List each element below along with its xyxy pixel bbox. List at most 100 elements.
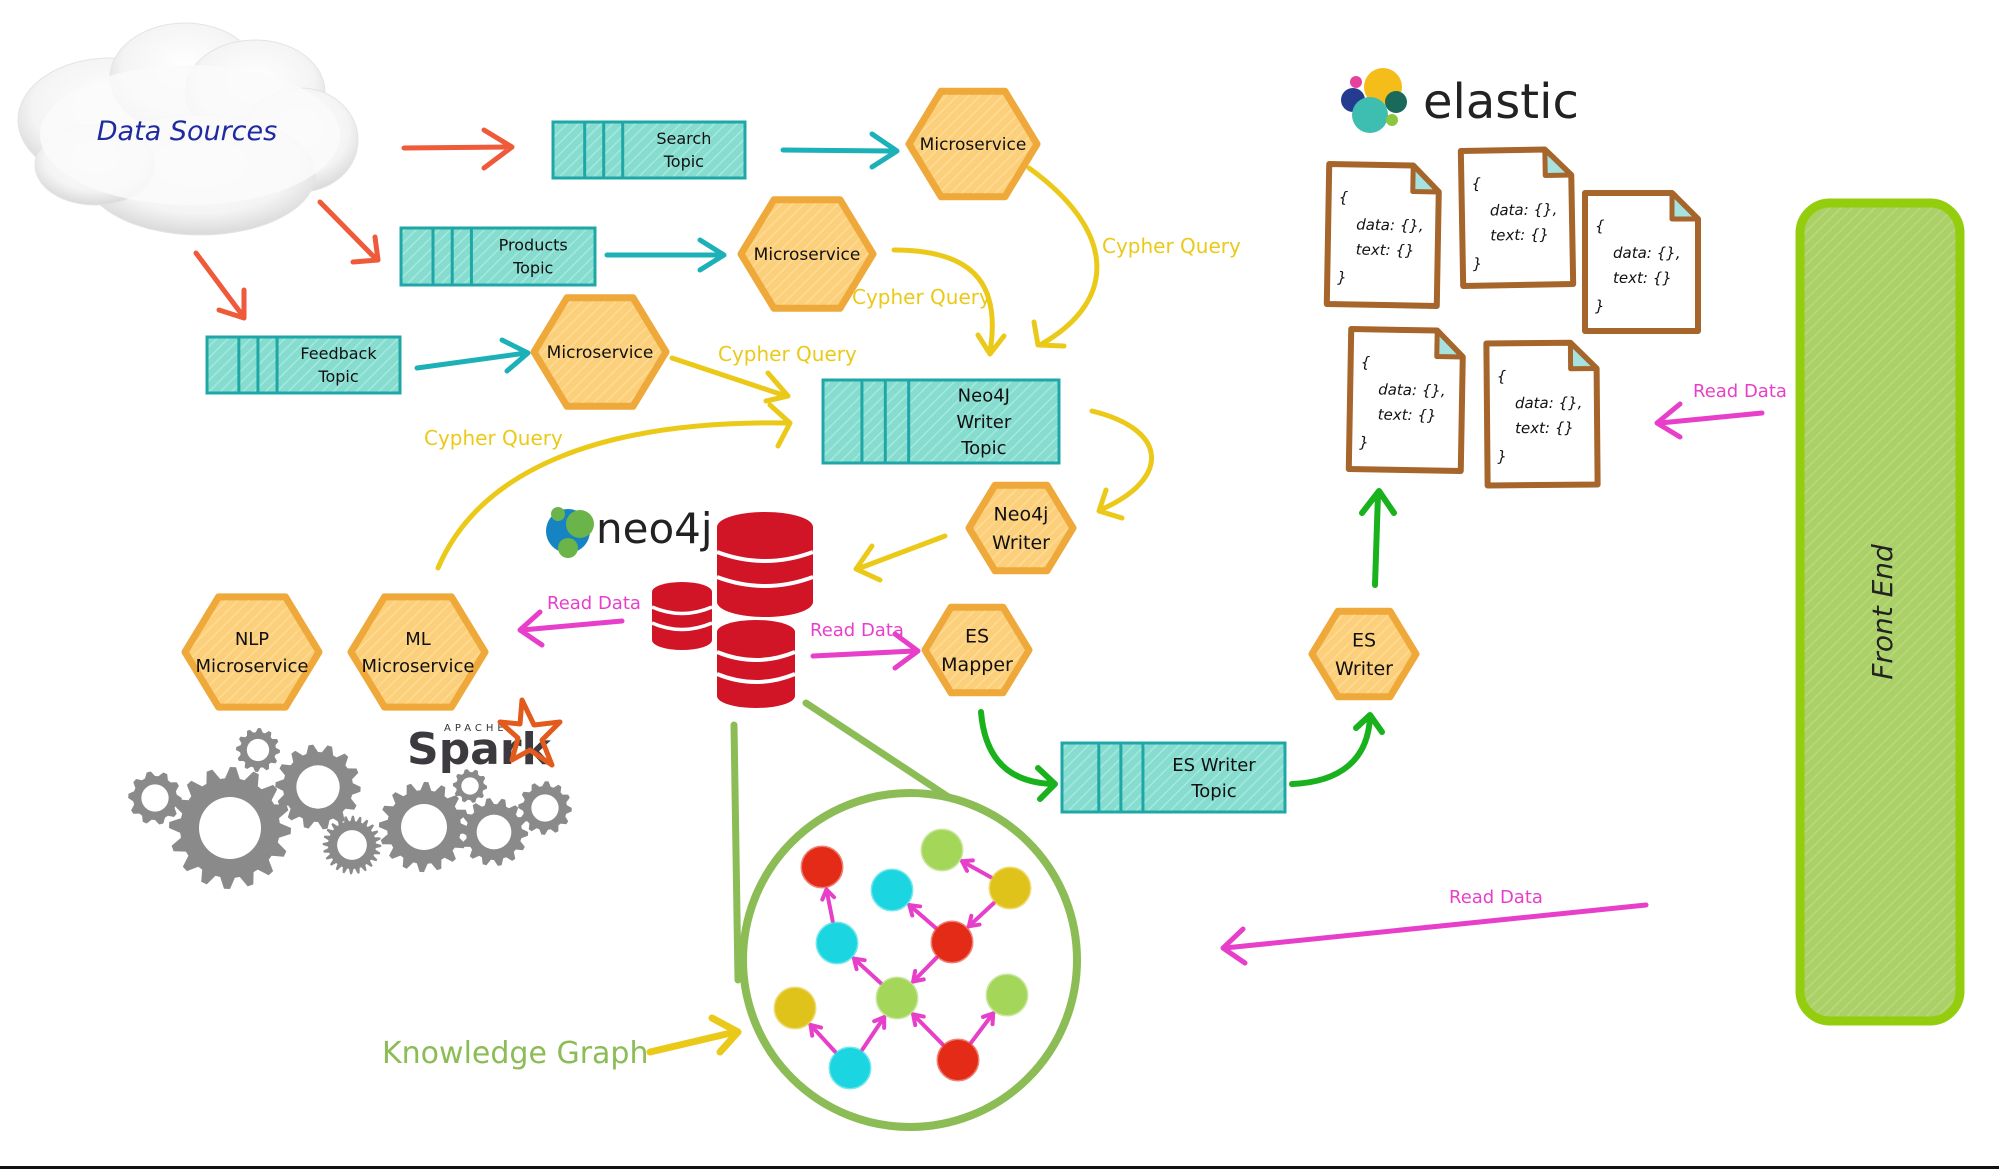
knowledge-graph-label-arrow xyxy=(646,1014,742,1056)
data-sources-cloud[interactable]: Data Sources xyxy=(17,22,359,236)
knowledge-graph-label: Knowledge Graph xyxy=(382,1036,648,1071)
arrow-to-feedback-topic xyxy=(193,250,247,321)
read-arrow-frontend-to-graph xyxy=(1220,902,1649,966)
json-document-icon: { data: {}, text: {}} xyxy=(1483,339,1601,489)
front-end-label: Front End xyxy=(1866,544,1899,680)
doc-open-brace: { xyxy=(1338,188,1348,206)
gear-icon xyxy=(236,728,280,772)
zoom-funnel-line-left xyxy=(730,721,742,984)
cypher-arrow-to-neo4j-writer xyxy=(1089,408,1154,521)
doc-open-brace: { xyxy=(1595,217,1605,235)
topic-label: Writer xyxy=(956,412,1012,433)
service-label: Mapper xyxy=(941,654,1013,676)
graph-node-yellow[interactable] xyxy=(773,986,817,1030)
topic-neo4j-writer[interactable]: Neo4J Writer Topic xyxy=(821,378,1061,465)
doc-close-brace: } xyxy=(1473,255,1483,273)
topic-label: Topic xyxy=(960,438,1006,459)
doc-data-field: data: {}, xyxy=(1613,244,1680,262)
graph-node-green[interactable] xyxy=(920,828,964,872)
topic-label: Topic xyxy=(512,259,553,278)
cypher-label-2: Cypher Query xyxy=(852,285,991,309)
knowledge-graph-ring xyxy=(739,789,1081,1131)
data-sources-label: Data Sources xyxy=(97,116,277,147)
arrow-to-products-topic xyxy=(317,199,381,265)
graph-node-green[interactable] xyxy=(985,973,1029,1017)
graph-node-yellow[interactable] xyxy=(988,866,1032,910)
read-arrow-db-to-ml xyxy=(517,609,625,648)
json-document-icon: {data: {}, text: {}} xyxy=(1345,326,1466,474)
cypher-arrow-to-neo4j-db xyxy=(853,533,948,583)
topic-feedback[interactable]: Feedback Topic xyxy=(205,335,402,395)
doc-text-field: text: {} xyxy=(1356,241,1415,260)
graph-node-red[interactable] xyxy=(930,920,974,964)
service-ml[interactable]: ML Microservice xyxy=(347,593,489,711)
gear-icon xyxy=(518,781,572,835)
db-cylinder-small xyxy=(651,582,713,650)
zoom-funnel-line-right xyxy=(802,699,954,802)
gear-icon xyxy=(128,771,182,825)
service-label: Writer xyxy=(1335,658,1393,680)
doc-open-brace: { xyxy=(1497,367,1507,385)
topic-label: Neo4J xyxy=(958,386,1010,407)
cypher-label-3: Cypher Query xyxy=(718,342,857,366)
doc-open-brace: { xyxy=(1360,353,1370,371)
topic-label: ES Writer xyxy=(1172,755,1256,776)
graph-node-cyan[interactable] xyxy=(815,921,859,965)
topic-label: Topic xyxy=(663,152,704,171)
service-es-writer[interactable]: ES Writer xyxy=(1308,607,1420,701)
read-label-ml: Read Data xyxy=(547,593,641,614)
service-label: ML xyxy=(405,629,431,650)
service-neo4j-writer[interactable]: Neo4j Writer xyxy=(965,481,1077,575)
graph-node-red[interactable] xyxy=(936,1038,980,1082)
graph-node-cyan[interactable] xyxy=(828,1046,872,1090)
topic-label: Feedback xyxy=(300,344,377,363)
db-cylinder-large xyxy=(716,512,814,617)
service-label: ES xyxy=(1352,629,1376,651)
service-microservice-search[interactable]: Microservice xyxy=(905,87,1041,201)
read-arrow-frontend-to-elastic xyxy=(1654,401,1765,440)
neo4j-logo: neo4j xyxy=(546,504,713,558)
topic-label: Topic xyxy=(317,367,358,386)
topic-search[interactable]: Search Topic xyxy=(551,120,747,180)
doc-close-brace: } xyxy=(1359,433,1369,451)
doc-data-field: data: {}, xyxy=(1490,200,1558,219)
gear-icon xyxy=(459,798,529,866)
service-microservice-feedback[interactable]: Microservice xyxy=(530,294,670,410)
service-label: ES xyxy=(965,625,989,647)
doc-open-brace: { xyxy=(1471,175,1481,193)
doc-text-field: text: {} xyxy=(1515,419,1574,438)
graph-node-red[interactable] xyxy=(800,845,844,889)
topic-label: Topic xyxy=(1190,781,1236,802)
read-label-graph: Read Data xyxy=(1449,887,1543,908)
read-arrows xyxy=(517,401,1765,966)
doc-text-field: text: {} xyxy=(1490,225,1549,244)
doc-data-field: data: {}, xyxy=(1515,394,1583,413)
service-label: Writer xyxy=(992,532,1050,554)
service-es-mapper[interactable]: ES Mapper xyxy=(921,603,1033,697)
front-end-panel[interactable]: Front End xyxy=(1795,198,1965,1026)
service-nlp[interactable]: NLP Microservice xyxy=(181,593,323,711)
doc-close-brace: } xyxy=(1497,447,1507,465)
service-label: Microservice xyxy=(196,656,309,677)
service-microservice-products[interactable]: Microservice xyxy=(737,196,877,312)
architecture-diagram: Data Sources SearchTopicProductsTopicFee… xyxy=(17,22,1965,1131)
gear-icon xyxy=(378,781,470,873)
arrow-search-to-microservice xyxy=(780,131,900,170)
graph-node-cyan[interactable] xyxy=(870,868,914,912)
gear-icon xyxy=(275,744,361,830)
elastic-documents: { data: {}, text: {}} { data: {}, text: {}} { d… xyxy=(1323,146,1701,489)
topic-es-writer[interactable]: ES Writer Topic xyxy=(1060,741,1287,814)
topic-products[interactable]: Products Topic xyxy=(399,226,597,287)
cypher-label-4: Cypher Query xyxy=(424,426,563,450)
doc-close-brace: } xyxy=(1337,268,1347,286)
doc-close-brace: } xyxy=(1595,297,1605,315)
graph-node-green[interactable] xyxy=(875,976,919,1020)
arrow-es-writer-to-elastic xyxy=(1359,488,1397,588)
service-label: Microservice xyxy=(362,656,475,677)
topic-label: Products xyxy=(499,236,568,255)
db-cylinder-medium xyxy=(716,620,796,708)
service-label: Microservice xyxy=(920,135,1027,155)
arrow-to-search-topic xyxy=(401,127,515,171)
gear-icon xyxy=(169,767,291,889)
knowledge-graph[interactable] xyxy=(730,699,1081,1131)
